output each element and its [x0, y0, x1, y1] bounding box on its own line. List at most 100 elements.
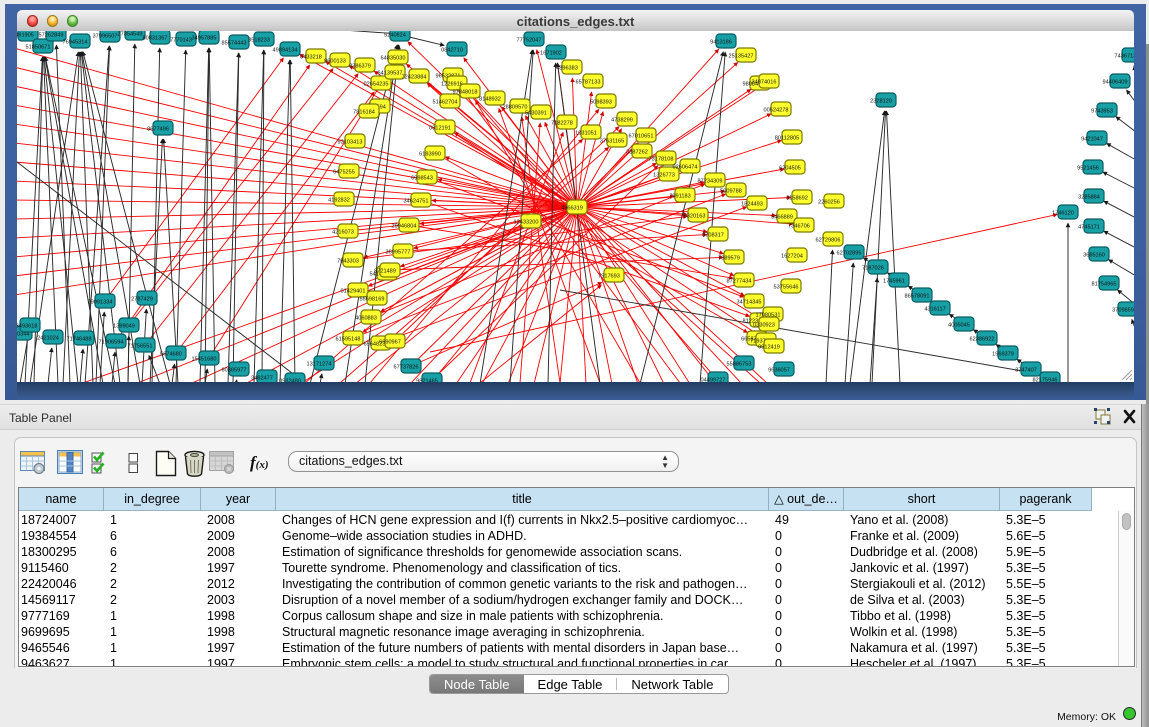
svg-text:13171274: 13171274 [307, 362, 332, 368]
svg-text:0842710: 0842710 [441, 48, 463, 54]
svg-text:37631165: 37631165 [600, 139, 624, 145]
svg-text:9912419: 9912419 [758, 345, 780, 351]
svg-text:87277434: 87277434 [727, 279, 752, 285]
svg-text:4192832: 4192832 [328, 198, 350, 204]
svg-text:7182278: 7182278 [551, 121, 573, 127]
svg-text:00524278: 00524278 [764, 108, 789, 114]
svg-text:3709859: 3709859 [1112, 308, 1134, 314]
svg-text:1491905: 1491905 [17, 33, 34, 39]
svg-text:4060883: 4060883 [355, 316, 377, 322]
svg-text:73178108: 73178108 [649, 157, 674, 163]
svg-text:55886753: 55886753 [727, 362, 752, 368]
svg-text:61595148: 61595148 [336, 337, 361, 343]
svg-text:5674680: 5674680 [160, 352, 182, 358]
svg-text:9413186: 9413186 [710, 40, 732, 46]
svg-text:3482477: 3482477 [251, 376, 273, 382]
svg-text:4216073: 4216073 [332, 230, 354, 236]
svg-text:1326773: 1326773 [653, 173, 675, 179]
svg-text:80112805: 80112805 [775, 136, 799, 142]
svg-text:7991183: 7991183 [669, 194, 690, 200]
svg-text:37996507: 37996507 [93, 34, 118, 40]
svg-text:3747407: 3747407 [1015, 368, 1037, 374]
svg-text:53755646: 53755646 [774, 285, 799, 291]
svg-text:4738299: 4738299 [611, 118, 633, 124]
svg-text:2787429: 2787429 [131, 297, 153, 303]
svg-text:34624751: 34624751 [404, 199, 429, 205]
svg-text:3285884: 3285884 [1078, 195, 1100, 201]
svg-text:34874016: 34874016 [752, 80, 777, 86]
svg-text:7770143: 7770143 [170, 38, 192, 44]
svg-text:5240824: 5240824 [384, 33, 406, 39]
svg-text:3158692: 3158692 [786, 196, 808, 202]
svg-text:55698169: 55698169 [360, 297, 385, 303]
svg-text:62386922: 62386922 [970, 337, 995, 343]
svg-text:6204505: 6204505 [779, 166, 801, 172]
svg-text:76320163: 76320163 [681, 214, 706, 220]
svg-text:49894134: 49894134 [273, 48, 298, 54]
svg-text:34957885: 34957885 [192, 36, 217, 42]
svg-text:5098393: 5098393 [590, 100, 612, 106]
svg-text:7187026: 7187026 [862, 266, 884, 272]
svg-text:1627204: 1627204 [781, 254, 803, 260]
svg-text:67010651: 67010651 [629, 134, 654, 140]
svg-text:1031051: 1031051 [575, 131, 597, 137]
svg-text:4316117: 4316117 [924, 307, 945, 313]
svg-text:9743953: 9743953 [1091, 109, 1113, 115]
svg-text:1746120: 1746120 [1052, 211, 1074, 217]
svg-text:71756551: 71756551 [128, 344, 153, 350]
svg-text:5009788: 5009788 [720, 189, 742, 195]
svg-text:02654235: 02654235 [364, 82, 389, 88]
svg-text:5430391: 5430391 [525, 111, 547, 117]
svg-text:72423884: 72423884 [402, 75, 427, 81]
svg-text:1745961: 1745961 [883, 279, 905, 285]
svg-text:94406409: 94406409 [1103, 80, 1128, 86]
svg-text:4005045: 4005045 [948, 323, 970, 329]
svg-text:1671902: 1671902 [540, 51, 562, 57]
svg-text:02606474: 02606474 [673, 165, 698, 171]
svg-text:7816184: 7816184 [353, 110, 375, 116]
svg-text:1824493: 1824493 [741, 202, 763, 208]
svg-text:8721489: 8721489 [374, 269, 396, 275]
svg-text:0433218: 0433218 [300, 55, 322, 61]
svg-text:29946804: 29946804 [392, 224, 417, 230]
svg-text:7543303: 7543303 [337, 259, 359, 265]
svg-text:76945314: 76945314 [63, 40, 88, 46]
svg-text:1969379: 1969379 [992, 352, 1014, 358]
svg-text:7346706: 7346706 [788, 224, 810, 230]
svg-text:5466889: 5466889 [771, 215, 793, 221]
svg-text:8148932: 8148932 [479, 97, 501, 103]
svg-text:7889579: 7889579 [718, 256, 740, 262]
svg-text:2328120: 2328120 [870, 99, 892, 105]
svg-text:3685160: 3685160 [1083, 253, 1105, 259]
svg-text:2421024: 2421024 [37, 336, 59, 342]
svg-text:13493618: 13493618 [17, 324, 37, 330]
svg-text:1399049: 1399049 [113, 324, 135, 330]
svg-text:2260256: 2260256 [818, 200, 840, 206]
svg-text:3518233: 3518233 [248, 38, 270, 44]
svg-text:9421047: 9421047 [1081, 137, 1103, 143]
svg-text:0812191: 0812191 [429, 126, 451, 132]
svg-text:0330923: 0330923 [753, 323, 775, 329]
svg-text:87234309: 87234309 [698, 179, 723, 185]
svg-text:8386379: 8386379 [349, 64, 371, 70]
svg-text:62729806: 62729806 [816, 238, 841, 244]
svg-text:9600133: 9600133 [324, 59, 346, 65]
svg-text:25135427: 25135427 [729, 54, 754, 60]
svg-text:3387262: 3387262 [626, 150, 648, 156]
svg-text:6193990: 6193990 [419, 152, 441, 158]
svg-text:74367136: 74367136 [1115, 54, 1134, 60]
svg-text:4896383: 4896383 [556, 66, 578, 72]
svg-text:64835030: 64835030 [381, 56, 406, 62]
svg-text:01429401: 01429401 [341, 289, 366, 295]
svg-text:81754965: 81754965 [1092, 282, 1117, 288]
svg-text:8677496: 8677496 [147, 127, 169, 133]
svg-text:9636057: 9636057 [768, 368, 790, 374]
svg-text:77752047: 77752047 [517, 38, 542, 44]
svg-text:51850671: 51850671 [26, 45, 51, 51]
svg-text:13433200: 13433200 [514, 220, 539, 226]
svg-text:67737826: 67737826 [394, 365, 419, 371]
svg-text:99091334: 99091334 [88, 300, 113, 306]
svg-text:4966319: 4966319 [561, 206, 583, 212]
svg-text:36995777: 36995777 [386, 250, 411, 256]
svg-text:6998543: 6998543 [411, 176, 433, 182]
